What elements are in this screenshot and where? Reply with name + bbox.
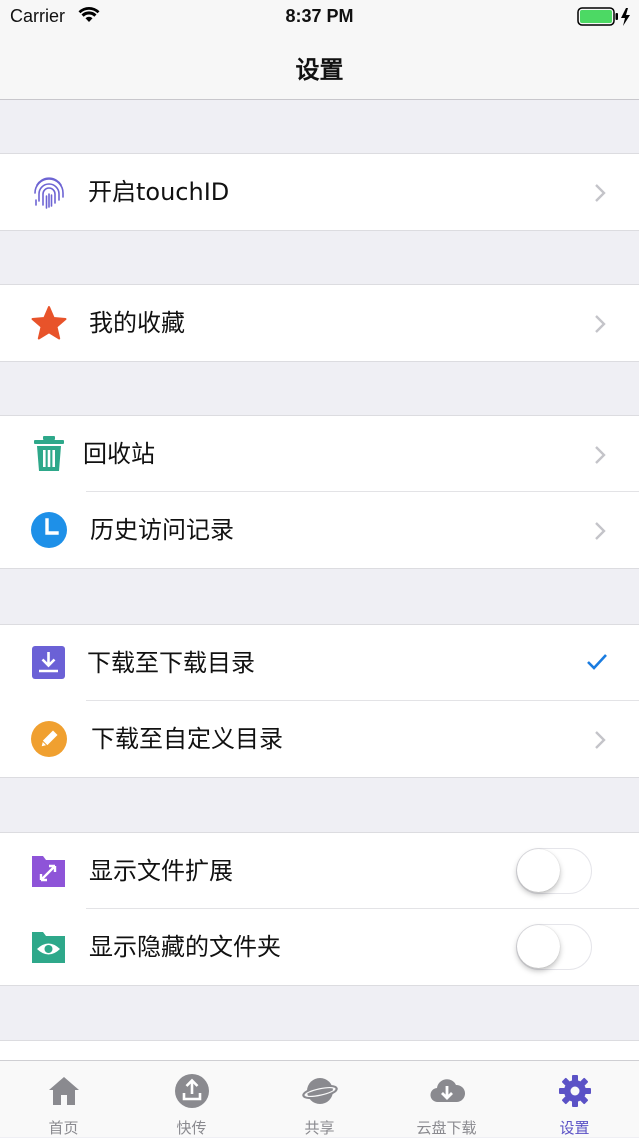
status-bar: Carrier 8:37 PM (0, 0, 639, 34)
clock-icon (31, 512, 67, 548)
home-icon (49, 1077, 79, 1105)
chevron-right-icon (595, 184, 606, 202)
chevron-right-icon (595, 731, 606, 749)
show-extension-label: 显示文件扩展 (89, 857, 233, 885)
recycle-bin-label: 回收站 (83, 440, 155, 468)
tab-settings-label: 设置 (559, 1119, 590, 1137)
star-icon (31, 306, 67, 340)
tab-bar: 首页 快传 共享 云盘下载 设置 (0, 1060, 639, 1137)
tab-cloud-download-label: 云盘下载 (416, 1119, 477, 1137)
touchid-group: 开启touchID (0, 153, 639, 231)
next-group-partial (0, 1040, 639, 1061)
show-extension-row: 显示文件扩展 (0, 833, 639, 909)
show-hidden-row: 显示隐藏的文件夹 (0, 909, 639, 985)
navigation-bar: 设置 (0, 34, 639, 100)
battery-icon (577, 7, 630, 26)
tab-share-label: 共享 (304, 1119, 335, 1137)
pencil-icon (31, 721, 67, 757)
upload-icon (175, 1074, 209, 1108)
folder-expand-icon (32, 856, 65, 887)
chevron-right-icon (595, 522, 606, 540)
tab-share[interactable]: 共享 (256, 1061, 383, 1137)
touchid-row[interactable]: 开启touchID (0, 154, 639, 230)
tab-cloud-download[interactable]: 云盘下载 (383, 1061, 510, 1137)
chevron-right-icon (595, 446, 606, 464)
history-row[interactable]: 历史访问记录 (0, 492, 639, 568)
show-hidden-toggle[interactable] (516, 924, 592, 970)
checkmark-icon (587, 654, 607, 670)
favorites-label: 我的收藏 (89, 309, 185, 337)
cloud-download-icon (430, 1079, 465, 1103)
download-default-row[interactable]: 下载至下载目录 (0, 625, 639, 701)
fingerprint-icon (34, 177, 64, 209)
show-extension-toggle[interactable] (516, 848, 592, 894)
tab-quick-transfer-label: 快传 (176, 1119, 207, 1137)
touchid-label: 开启touchID (88, 178, 230, 206)
settings-gear-icon (559, 1075, 591, 1107)
trash-icon (34, 436, 64, 471)
download-custom-label: 下载至自定义目录 (91, 725, 283, 753)
favorites-row[interactable]: 我的收藏 (0, 285, 639, 361)
display-options-group: 显示文件扩展 显示隐藏的文件夹 (0, 832, 639, 986)
page-title: 设置 (295, 56, 344, 84)
clock-time: 8:37 PM (285, 6, 354, 26)
planet-icon (302, 1078, 338, 1104)
tab-quick-transfer[interactable]: 快传 (128, 1061, 255, 1137)
download-default-label: 下载至下载目录 (87, 649, 255, 677)
recycle-bin-row[interactable]: 回收站 (0, 416, 639, 492)
tab-home[interactable]: 首页 (0, 1061, 127, 1137)
download-location-group: 下载至下载目录 下载至自定义目录 (0, 624, 639, 778)
toggle-knob (517, 925, 560, 968)
history-group: 回收站 历史访问记录 (0, 415, 639, 569)
tab-settings[interactable]: 设置 (511, 1061, 638, 1137)
favorites-group: 我的收藏 (0, 284, 639, 362)
tab-home-label: 首页 (48, 1119, 79, 1137)
history-label: 历史访问记录 (90, 516, 234, 544)
toggle-knob (517, 849, 560, 892)
download-icon (32, 646, 65, 679)
download-custom-row[interactable]: 下载至自定义目录 (0, 701, 639, 777)
chevron-right-icon (595, 315, 606, 333)
folder-eye-icon (32, 932, 65, 963)
show-hidden-label: 显示隐藏的文件夹 (89, 933, 281, 961)
